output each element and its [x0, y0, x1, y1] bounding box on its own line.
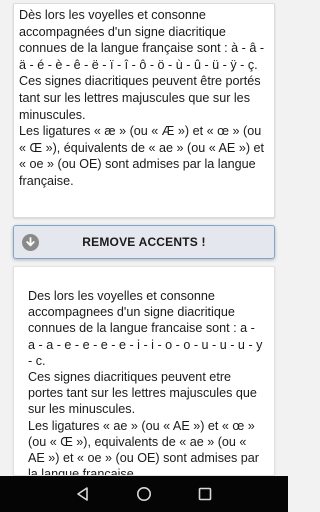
download-circle-icon	[22, 234, 39, 251]
system-navbar	[0, 476, 288, 512]
output-panel: Des lors les voyelles et consonne accomp…	[13, 266, 275, 476]
app-screen: Dès lors les voyelles et consonne accomp…	[0, 0, 288, 512]
home-icon[interactable]	[133, 483, 155, 505]
output-text: Des lors les voyelles et consonne accomp…	[28, 289, 263, 476]
remove-accents-button[interactable]: REMOVE ACCENTS !	[13, 225, 275, 259]
recents-icon[interactable]	[194, 483, 216, 505]
back-icon[interactable]	[72, 483, 94, 505]
input-text[interactable]: Dès lors les voyelles et consonne accomp…	[19, 7, 268, 190]
input-textarea[interactable]: Dès lors les voyelles et consonne accomp…	[13, 3, 275, 218]
remove-accents-label: REMOVE ACCENTS !	[82, 235, 206, 249]
down-arrow-glyph	[26, 237, 35, 247]
